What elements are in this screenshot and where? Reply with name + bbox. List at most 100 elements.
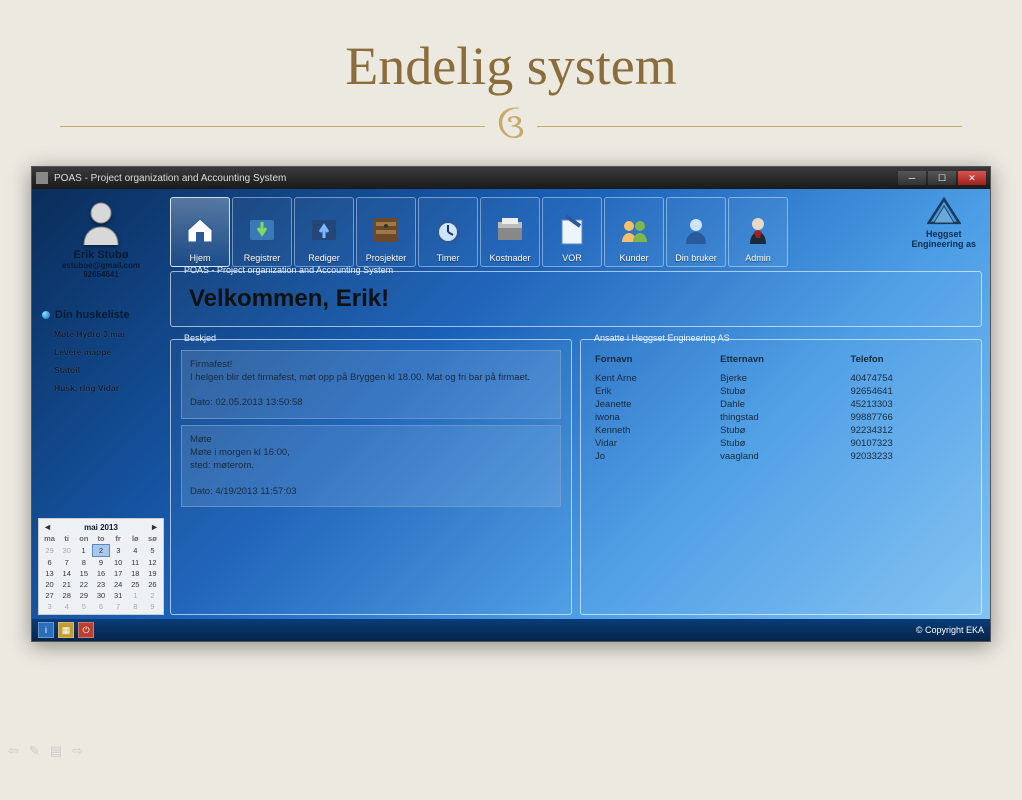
- toolbar-rediger[interactable]: Rediger: [294, 197, 354, 267]
- toolbar-timer[interactable]: Timer: [418, 197, 478, 267]
- table-cell: Dahle: [716, 399, 844, 410]
- calendar-day[interactable]: 26: [144, 579, 161, 590]
- toolbar-vor[interactable]: VOR: [542, 197, 602, 267]
- message-body: I helgen blir det firmafest, møt opp på …: [190, 372, 552, 385]
- employees-header: Fornavn: [591, 352, 714, 371]
- message-item[interactable]: MøteMøte i morgen kl 16:00,sted: møterom…: [181, 425, 561, 507]
- calendar-day[interactable]: 7: [110, 601, 127, 612]
- table-cell: 92234312: [846, 425, 971, 436]
- toolbar-label: VOR: [562, 253, 582, 263]
- calendar-day[interactable]: 27: [41, 590, 58, 601]
- calendar-day[interactable]: 2: [144, 590, 161, 601]
- toolbar-din-bruker[interactable]: Din bruker: [666, 197, 726, 267]
- calendar-day[interactable]: 5: [75, 601, 92, 612]
- window-close-button[interactable]: ✕: [958, 171, 986, 185]
- calendar-day[interactable]: 9: [92, 557, 109, 569]
- prosjekter-icon: [366, 210, 406, 250]
- calendar-day[interactable]: 8: [75, 557, 92, 569]
- calendar-widget[interactable]: ◄ mai 2013 ► mationtofrløsø 293012345678…: [38, 518, 164, 615]
- table-row[interactable]: ErikStubø92654641: [591, 386, 971, 397]
- calendar-day[interactable]: 24: [110, 579, 127, 590]
- window-maximize-button[interactable]: ☐: [928, 171, 956, 185]
- message-item[interactable]: Firmafest!I helgen blir det firmafest, m…: [181, 350, 561, 419]
- calendar-prev-button[interactable]: ◄: [43, 522, 52, 532]
- calendar-day[interactable]: 3: [41, 601, 58, 612]
- statusbar-folder-icon[interactable]: ▦: [58, 622, 74, 638]
- window-minimize-button[interactable]: ─: [898, 171, 926, 185]
- table-row[interactable]: Jovaagland92033233: [591, 451, 971, 462]
- calendar-day[interactable]: 4: [127, 545, 144, 557]
- table-row[interactable]: JeanetteDahle45213303: [591, 399, 971, 410]
- toolbar-admin[interactable]: Admin: [728, 197, 788, 267]
- hjem-icon: [180, 210, 220, 250]
- task-item[interactable]: Husk, ring Vidar: [36, 383, 119, 393]
- table-row[interactable]: KennethStubø92234312: [591, 425, 971, 436]
- calendar-day[interactable]: 23: [92, 579, 109, 590]
- calendar-day[interactable]: 16: [92, 568, 109, 579]
- calendar-day[interactable]: 22: [75, 579, 92, 590]
- slide-menu-icon[interactable]: ▤: [50, 743, 62, 759]
- calendar-day[interactable]: 5: [144, 545, 161, 557]
- slide-title: Endelig system: [0, 35, 1022, 97]
- toolbar: HjemRegistrerRedigerProsjekterTimerKostn…: [170, 193, 982, 267]
- main-area: HjemRegistrerRedigerProsjekterTimerKostn…: [170, 189, 990, 619]
- calendar-day[interactable]: 30: [92, 590, 109, 601]
- table-row[interactable]: Kent ArneBjerke40474754: [591, 373, 971, 384]
- calendar-day[interactable]: 4: [58, 601, 75, 612]
- slide-prev-icon[interactable]: ⇦: [8, 743, 19, 759]
- calendar-day[interactable]: 11: [127, 557, 144, 569]
- task-item[interactable]: Møte Hydro 3.mai: [36, 329, 125, 339]
- calendar-day[interactable]: 28: [58, 590, 75, 601]
- calendar-day[interactable]: 21: [58, 579, 75, 590]
- calendar-day[interactable]: 6: [92, 601, 109, 612]
- toolbar-prosjekter[interactable]: Prosjekter: [356, 197, 416, 267]
- din-bruker-icon: [676, 210, 716, 250]
- message-title: Firmafest!: [190, 359, 552, 372]
- calendar-day[interactable]: 15: [75, 568, 92, 579]
- calendar-day[interactable]: 10: [110, 557, 127, 569]
- employees-table: FornavnEtternavnTelefon Kent ArneBjerke4…: [589, 350, 973, 464]
- calendar-day[interactable]: 8: [127, 601, 144, 612]
- task-item[interactable]: Levere mappe: [36, 347, 111, 357]
- table-row[interactable]: iwonathingstad99887766: [591, 412, 971, 423]
- slide-nav: ⇦ ✎ ▤ ⇨: [8, 743, 83, 759]
- calendar-day[interactable]: 18: [127, 568, 144, 579]
- calendar-day[interactable]: 29: [75, 590, 92, 601]
- calendar-day[interactable]: 30: [58, 545, 75, 557]
- employees-legend: Ansatte i Heggset Engineering AS: [591, 333, 733, 343]
- calendar-day[interactable]: 14: [58, 568, 75, 579]
- calendar-day[interactable]: 13: [41, 568, 58, 579]
- table-cell: thingstad: [716, 412, 844, 423]
- calendar-day[interactable]: 31: [110, 590, 127, 601]
- calendar-day[interactable]: 6: [41, 557, 58, 569]
- calendar-day[interactable]: 19: [144, 568, 161, 579]
- toolbar-kunder[interactable]: Kunder: [604, 197, 664, 267]
- calendar-day[interactable]: 17: [110, 568, 127, 579]
- calendar-day[interactable]: 7: [58, 557, 75, 569]
- slide-next-icon[interactable]: ⇨: [72, 743, 83, 759]
- toolbar-label: Din bruker: [675, 253, 717, 263]
- toolbar-registrer[interactable]: Registrer: [232, 197, 292, 267]
- calendar-day[interactable]: 20: [41, 579, 58, 590]
- calendar-day[interactable]: 29: [41, 545, 58, 557]
- toolbar-hjem[interactable]: Hjem: [170, 197, 230, 267]
- task-item[interactable]: Statoil: [36, 365, 80, 375]
- statusbar-info-icon[interactable]: i: [38, 622, 54, 638]
- calendar-month: mai 2013: [84, 523, 118, 532]
- calendar-day[interactable]: 1: [75, 545, 92, 557]
- calendar-next-button[interactable]: ►: [150, 522, 159, 532]
- calendar-day[interactable]: 25: [127, 579, 144, 590]
- calendar-day[interactable]: 9: [144, 601, 161, 612]
- calendar-day[interactable]: 2: [92, 545, 109, 557]
- table-cell: 99887766: [846, 412, 971, 423]
- calendar-grid[interactable]: mationtofrløsø 2930123456789101112131415…: [41, 533, 161, 612]
- table-row[interactable]: VidarStubø90107323: [591, 438, 971, 449]
- calendar-day[interactable]: 12: [144, 557, 161, 569]
- calendar-day[interactable]: 1: [127, 590, 144, 601]
- messages-legend: Beskjed: [181, 333, 219, 343]
- calendar-day[interactable]: 3: [110, 545, 127, 557]
- statusbar-exit-icon[interactable]: ⏻: [78, 622, 94, 638]
- slide-pen-icon[interactable]: ✎: [29, 743, 40, 759]
- toolbar-kostnader[interactable]: Kostnader: [480, 197, 540, 267]
- task-list-title: Din huskeliste: [36, 309, 130, 321]
